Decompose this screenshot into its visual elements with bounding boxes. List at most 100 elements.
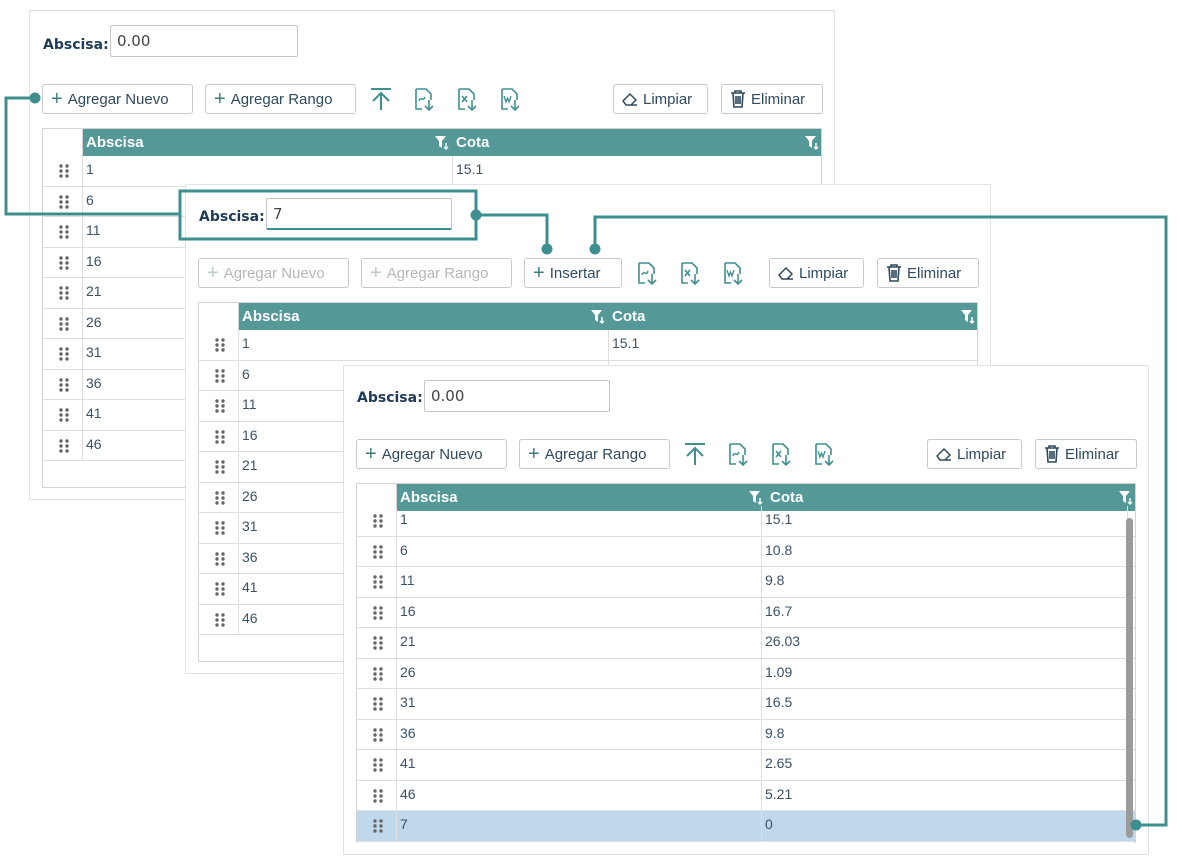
- drag-handle[interactable]: [357, 658, 397, 688]
- export-pdf-icon[interactable]: [725, 441, 751, 467]
- drag-handle[interactable]: [43, 156, 83, 186]
- drag-handle[interactable]: [43, 369, 83, 399]
- drag-handle[interactable]: [43, 217, 83, 247]
- drag-handle[interactable]: [199, 421, 239, 451]
- cell-cota[interactable]: 9.8: [762, 567, 1128, 597]
- filter-icon[interactable]: [804, 135, 820, 150]
- table-row[interactable]: 26 1.09: [357, 658, 1135, 689]
- cell-abscisa[interactable]: 1: [239, 330, 609, 360]
- export-excel-icon[interactable]: [677, 260, 703, 286]
- drag-handle[interactable]: [357, 780, 397, 810]
- export-pdf-icon[interactable]: [411, 86, 437, 112]
- column-header-abscisa[interactable]: Abscisa: [239, 303, 609, 330]
- agregar-nuevo-button[interactable]: + Agregar Nuevo: [356, 439, 507, 469]
- drag-handle[interactable]: [199, 360, 239, 390]
- table-row[interactable]: 11 9.8: [357, 567, 1135, 598]
- drag-handle[interactable]: [357, 567, 397, 597]
- drag-handle[interactable]: [357, 719, 397, 749]
- export-word-icon[interactable]: [720, 260, 746, 286]
- export-excel-icon[interactable]: [454, 86, 480, 112]
- drag-handle[interactable]: [357, 597, 397, 627]
- eliminar-button[interactable]: Eliminar: [721, 84, 823, 114]
- cell-cota[interactable]: 16.5: [762, 689, 1128, 719]
- filter-icon[interactable]: [434, 135, 450, 150]
- table-row[interactable]: 1 15.1: [199, 330, 977, 361]
- drag-handle[interactable]: [199, 574, 239, 604]
- table-row[interactable]: 46 5.21: [357, 780, 1135, 811]
- cell-abscisa[interactable]: 41: [397, 750, 762, 780]
- table-row[interactable]: 70: [357, 811, 1135, 842]
- cell-cota[interactable]: 0: [762, 811, 1128, 841]
- agregar-nuevo-button[interactable]: + Agregar Nuevo: [198, 258, 349, 288]
- abscisa-input[interactable]: 0.00: [110, 25, 298, 57]
- drag-handle[interactable]: [199, 543, 239, 573]
- eliminar-button[interactable]: Eliminar: [877, 258, 979, 288]
- drag-handle[interactable]: [199, 452, 239, 482]
- export-excel-icon[interactable]: [768, 441, 794, 467]
- cell-abscisa[interactable]: 46: [397, 780, 762, 810]
- cell-cota[interactable]: 15.1: [762, 506, 1128, 536]
- drag-handle[interactable]: [199, 391, 239, 421]
- drag-handle[interactable]: [199, 482, 239, 512]
- drag-handle[interactable]: [357, 689, 397, 719]
- export-word-icon[interactable]: [811, 441, 837, 467]
- limpiar-button[interactable]: Limpiar: [613, 84, 708, 114]
- cell-cota[interactable]: 26.03: [762, 628, 1128, 658]
- drag-handle[interactable]: [357, 750, 397, 780]
- insertar-button[interactable]: + Insertar: [524, 258, 622, 288]
- cell-abscisa[interactable]: 26: [397, 658, 762, 688]
- cell-abscisa[interactable]: 36: [397, 719, 762, 749]
- agregar-nuevo-button[interactable]: + Agregar Nuevo: [42, 84, 193, 114]
- cell-abscisa[interactable]: 1: [397, 506, 762, 536]
- cell-cota[interactable]: 5.21: [762, 780, 1128, 810]
- filter-icon[interactable]: [748, 490, 764, 505]
- filter-icon[interactable]: [590, 309, 606, 324]
- export-pdf-icon[interactable]: [634, 260, 660, 286]
- table-row[interactable]: 1 15.1: [43, 156, 821, 187]
- cell-abscisa[interactable]: 31: [397, 689, 762, 719]
- drag-handle[interactable]: [357, 628, 397, 658]
- cell-cota[interactable]: 10.8: [762, 536, 1128, 566]
- agregar-rango-button[interactable]: + Agregar Rango: [519, 439, 670, 469]
- cell-abscisa[interactable]: 21: [397, 628, 762, 658]
- drag-handle[interactable]: [357, 536, 397, 566]
- cell-cota[interactable]: 16.7: [762, 597, 1128, 627]
- drag-handle[interactable]: [357, 811, 397, 841]
- scrollbar[interactable]: [1126, 518, 1133, 838]
- column-header-abscisa[interactable]: Abscisa: [83, 129, 453, 156]
- drag-handle[interactable]: [199, 604, 239, 634]
- drag-handle[interactable]: [43, 186, 83, 216]
- table-row[interactable]: 1 15.1: [357, 506, 1135, 537]
- drag-handle[interactable]: [199, 513, 239, 543]
- eliminar-button[interactable]: Eliminar: [1035, 439, 1137, 469]
- abscisa-input[interactable]: 0.00: [424, 380, 610, 412]
- cell-abscisa[interactable]: 1: [83, 156, 453, 186]
- column-header-cota[interactable]: Cota: [453, 129, 821, 156]
- column-header-cota[interactable]: Cota: [609, 303, 977, 330]
- filter-icon[interactable]: [1118, 490, 1134, 505]
- limpiar-button[interactable]: Limpiar: [769, 258, 864, 288]
- limpiar-button[interactable]: Limpiar: [927, 439, 1022, 469]
- drag-handle[interactable]: [43, 430, 83, 460]
- cell-abscisa[interactable]: 11: [397, 567, 762, 597]
- table-row[interactable]: 16 16.7: [357, 597, 1135, 628]
- drag-handle[interactable]: [43, 339, 83, 369]
- drag-handle[interactable]: [357, 506, 397, 536]
- upload-icon[interactable]: [682, 441, 708, 467]
- cell-abscisa[interactable]: 7: [397, 811, 762, 841]
- upload-icon[interactable]: [368, 86, 394, 112]
- cell-abscisa[interactable]: 6: [397, 536, 762, 566]
- table-row[interactable]: 36 9.8: [357, 719, 1135, 750]
- cell-cota[interactable]: 9.8: [762, 719, 1128, 749]
- agregar-rango-button[interactable]: + Agregar Rango: [361, 258, 512, 288]
- cell-cota[interactable]: 2.65: [762, 750, 1128, 780]
- agregar-rango-button[interactable]: + Agregar Rango: [205, 84, 356, 114]
- drag-handle[interactable]: [43, 308, 83, 338]
- export-word-icon[interactable]: [497, 86, 523, 112]
- abscisa-input[interactable]: 7: [266, 198, 452, 230]
- cell-cota[interactable]: 1.09: [762, 658, 1128, 688]
- cell-abscisa[interactable]: 16: [397, 597, 762, 627]
- drag-handle[interactable]: [199, 330, 239, 360]
- table-row[interactable]: 41 2.65: [357, 750, 1135, 781]
- drag-handle[interactable]: [43, 278, 83, 308]
